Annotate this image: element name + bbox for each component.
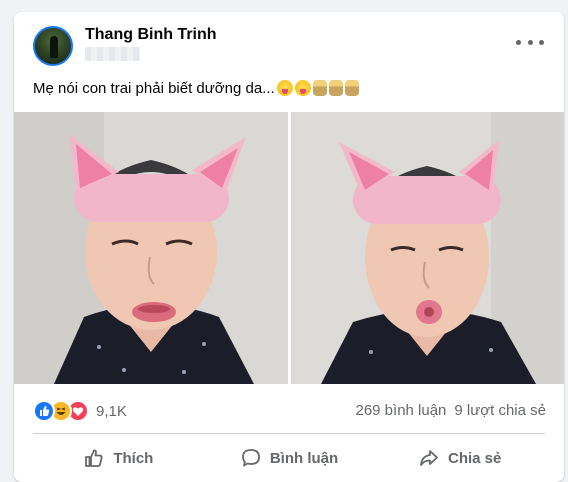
share-count[interactable]: 9 lượt chia sẻ: [454, 402, 546, 419]
comment-count[interactable]: 269 bình luận: [355, 402, 446, 419]
comment-button[interactable]: Bình luận: [204, 438, 375, 478]
thumbs-up-icon: [85, 449, 103, 467]
post-photo-1[interactable]: [14, 112, 288, 384]
post-meta-blurred: [85, 47, 140, 61]
share-icon: [420, 450, 438, 466]
avatar[interactable]: [33, 26, 73, 66]
post-card: Thang Binh Trinh Mẹ nói con trai phải bi…: [14, 12, 564, 482]
comment-label: Bình luận: [269, 449, 339, 467]
like-label: Thích: [113, 449, 154, 467]
post-caption: Mẹ nói con trai phải biết dưỡng da...: [33, 80, 359, 97]
person-emoji-icon: [312, 80, 327, 96]
post-photo-2[interactable]: [291, 112, 564, 384]
share-label: Chia sẻ: [448, 449, 502, 467]
action-bar: Thích Bình luận Chia sẻ: [33, 438, 545, 478]
reaction-count: 9,1K: [96, 402, 127, 420]
tongue-emoji-icon: [294, 80, 311, 96]
like-icon: [33, 400, 55, 422]
comment-icon: [241, 449, 260, 467]
person-emoji-icon: [328, 80, 343, 96]
author-name[interactable]: Thang Binh Trinh: [85, 26, 217, 44]
person-emoji-icon: [344, 80, 359, 96]
more-options-icon[interactable]: [516, 32, 544, 52]
avatar-figure: [50, 36, 58, 58]
like-button[interactable]: Thích: [33, 438, 204, 478]
reaction-summary[interactable]: 9,1K: [33, 400, 127, 422]
tongue-emoji-icon: [276, 80, 293, 96]
post-stats: 269 bình luận 9 lượt chia sẻ: [355, 402, 546, 419]
divider: [33, 433, 545, 434]
caption-text: Mẹ nói con trai phải biết dưỡng da...: [33, 80, 275, 97]
photo-grid: [14, 112, 564, 384]
post-header: Thang Binh Trinh: [14, 12, 564, 76]
share-button[interactable]: Chia sẻ: [374, 438, 545, 478]
